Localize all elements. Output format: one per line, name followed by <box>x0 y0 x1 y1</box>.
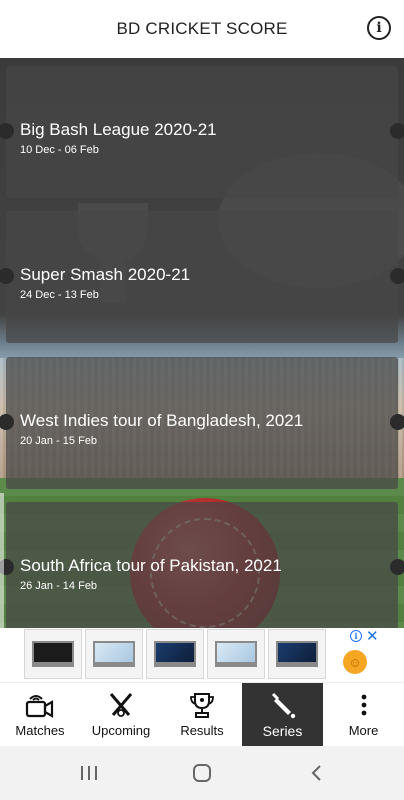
laptop-screen <box>215 641 257 667</box>
more-vertical-icon <box>361 694 366 716</box>
ad-banner[interactable]: i ✕ ☺ <box>0 628 404 682</box>
nav-item-upcoming[interactable]: Upcoming <box>80 683 162 747</box>
recent-apps-glyph <box>81 766 97 780</box>
series-dates: 24 Dec - 13 Feb <box>20 289 99 301</box>
laptop-screen <box>276 641 318 667</box>
series-card[interactable]: West Indies tour of Bangladesh, 2021 20 … <box>0 357 404 489</box>
home-icon[interactable] <box>190 761 214 785</box>
series-card[interactable]: South Africa tour of Pakistan, 2021 26 J… <box>0 502 404 628</box>
ad-laptop-thumbnail[interactable] <box>146 629 204 679</box>
series-dates: 20 Jan - 15 Feb <box>20 435 98 447</box>
back-icon[interactable] <box>304 761 328 785</box>
recent-apps-icon[interactable] <box>77 761 101 785</box>
series-title: Big Bash League 2020-21 <box>20 120 217 139</box>
series-dates: 10 Dec - 06 Feb <box>20 144 99 156</box>
nav-label: Series <box>262 723 303 739</box>
ad-laptop-thumbnail[interactable] <box>24 629 82 679</box>
back-glyph <box>311 765 321 781</box>
laptop-screen <box>93 641 135 667</box>
laptop-screen <box>32 641 74 667</box>
nav-item-series[interactable]: Series <box>242 683 323 747</box>
app-title: BD CRICKET SCORE <box>116 19 288 38</box>
scroll-indicator[interactable] <box>0 493 4 628</box>
nav-label: Matches <box>15 723 65 738</box>
series-title: Super Smash 2020-21 <box>20 265 191 284</box>
ad-laptop-thumbnail[interactable] <box>268 629 326 679</box>
nav-label: Results <box>180 723 224 738</box>
info-icon[interactable]: i <box>367 16 391 40</box>
crossed-bats-icon <box>109 693 133 717</box>
series-card[interactable]: Super Smash 2020-21 24 Dec - 13 Feb <box>0 211 404 343</box>
bottom-navigation: Matches Upcoming Results Series More <box>0 682 404 747</box>
ad-laptop-thumbnail[interactable] <box>85 629 143 679</box>
nav-item-matches[interactable]: Matches <box>0 683 80 747</box>
ad-smiley-icon: ☺ <box>343 650 367 674</box>
trophy-icon <box>190 693 214 718</box>
video-camera-icon <box>25 695 54 718</box>
system-navigation-bar <box>0 746 404 800</box>
series-dates: 26 Jan - 14 Feb <box>20 580 98 592</box>
ad-info-icon[interactable]: i <box>350 630 362 642</box>
series-title: West Indies tour of Bangladesh, 2021 <box>20 411 304 430</box>
cricket-bat-icon <box>271 692 295 719</box>
app-header: BD CRICKET SCORE i <box>0 0 404 58</box>
nav-label: Upcoming <box>91 723 151 738</box>
ad-laptop-thumbnail[interactable] <box>207 629 265 679</box>
series-card[interactable]: Big Bash League 2020-21 10 Dec - 06 Feb <box>0 66 404 198</box>
nav-item-results[interactable]: Results <box>162 683 242 747</box>
series-list[interactable]: Big Bash League 2020-21 10 Dec - 06 Feb … <box>0 58 404 628</box>
home-glyph <box>193 764 211 782</box>
ad-close-icon[interactable]: ✕ <box>366 627 379 645</box>
laptop-screen <box>154 641 196 667</box>
nav-item-more[interactable]: More <box>323 683 404 747</box>
series-title: South Africa tour of Pakistan, 2021 <box>20 556 282 575</box>
nav-label: More <box>348 723 379 738</box>
